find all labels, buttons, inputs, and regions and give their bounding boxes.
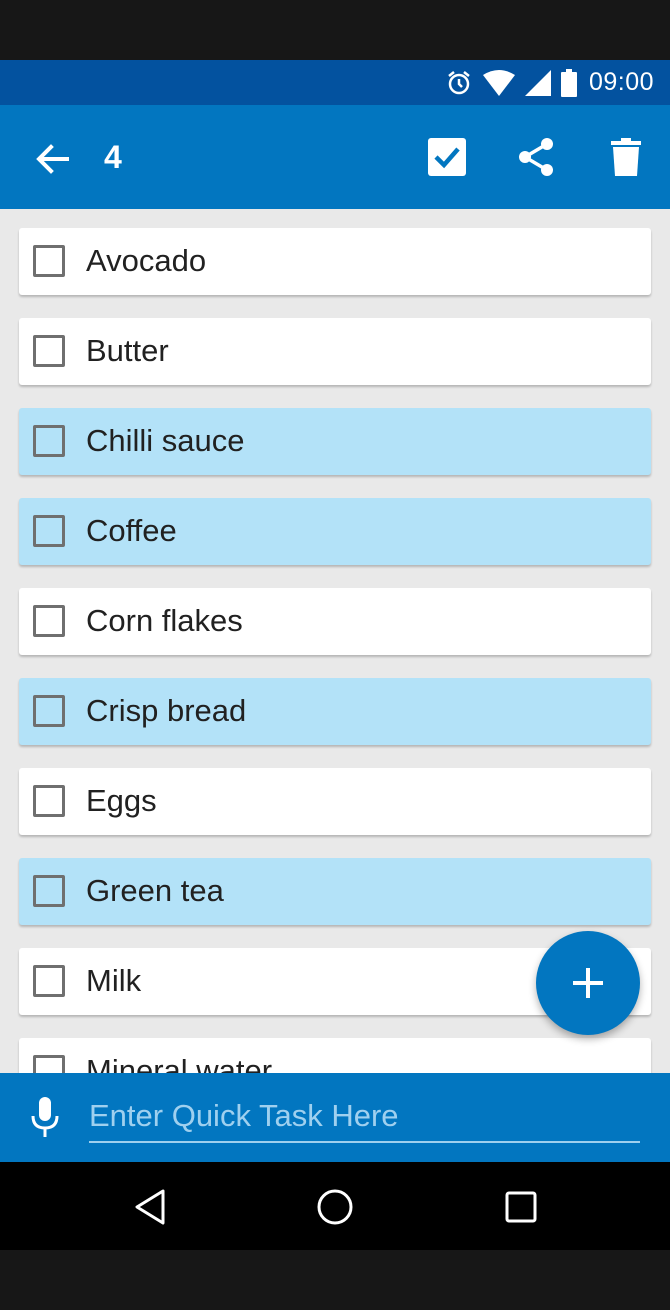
- page-title: 4: [104, 139, 122, 175]
- item-checkbox[interactable]: [33, 245, 65, 277]
- list-item[interactable]: Green tea: [19, 858, 651, 925]
- item-checkbox[interactable]: [33, 335, 65, 367]
- bottom-margin: [0, 1250, 670, 1310]
- app-bar: 4: [0, 105, 670, 209]
- item-checkbox[interactable]: [33, 605, 65, 637]
- quick-task-bar: [0, 1073, 670, 1162]
- item-label: Mineral water: [86, 1053, 273, 1073]
- item-checkbox[interactable]: [33, 785, 65, 817]
- item-label: Green tea: [86, 873, 224, 908]
- share-icon[interactable]: [512, 133, 560, 181]
- item-label: Chilli sauce: [86, 423, 245, 458]
- wifi-icon: [482, 69, 515, 96]
- item-label: Milk: [86, 963, 142, 998]
- list-item[interactable]: Eggs: [19, 768, 651, 835]
- back-arrow-icon[interactable]: [28, 135, 76, 183]
- item-label: Eggs: [86, 783, 157, 818]
- top-margin: [0, 0, 670, 60]
- list-item[interactable]: Mineral water: [19, 1038, 651, 1073]
- list-item[interactable]: Chilli sauce: [19, 408, 651, 475]
- item-label: Butter: [86, 333, 169, 368]
- status-bar: 09:00: [0, 60, 670, 105]
- status-time: 09:00: [588, 68, 654, 96]
- alarm-icon: [445, 69, 473, 97]
- mic-icon[interactable]: [24, 1095, 66, 1141]
- list-item[interactable]: Corn flakes: [19, 588, 651, 655]
- list-item[interactable]: Coffee: [19, 498, 651, 565]
- back-triangle-icon[interactable]: [125, 1182, 175, 1232]
- signal-icon: [524, 69, 551, 96]
- item-checkbox[interactable]: [33, 1055, 65, 1073]
- battery-icon: [560, 68, 577, 97]
- list-item[interactable]: Avocado: [19, 228, 651, 295]
- item-checkbox[interactable]: [33, 965, 65, 997]
- system-nav-bar: [0, 1162, 670, 1250]
- item-label: Coffee: [86, 513, 177, 548]
- plus-icon: [573, 968, 603, 998]
- add-item-button[interactable]: [536, 931, 640, 1035]
- quick-task-input[interactable]: [89, 1097, 640, 1143]
- item-checkbox[interactable]: [33, 695, 65, 727]
- item-label: Crisp bread: [86, 693, 247, 728]
- trash-icon[interactable]: [602, 133, 650, 181]
- item-label: Corn flakes: [86, 603, 243, 638]
- list-item[interactable]: Butter: [19, 318, 651, 385]
- home-circle-icon[interactable]: [310, 1182, 360, 1232]
- recents-square-icon[interactable]: [496, 1182, 546, 1232]
- item-checkbox[interactable]: [33, 425, 65, 457]
- item-label: Avocado: [86, 243, 207, 278]
- item-checkbox[interactable]: [33, 515, 65, 547]
- list-item[interactable]: Crisp bread: [19, 678, 651, 745]
- checkbox-checked-icon[interactable]: [423, 133, 471, 181]
- item-checkbox[interactable]: [33, 875, 65, 907]
